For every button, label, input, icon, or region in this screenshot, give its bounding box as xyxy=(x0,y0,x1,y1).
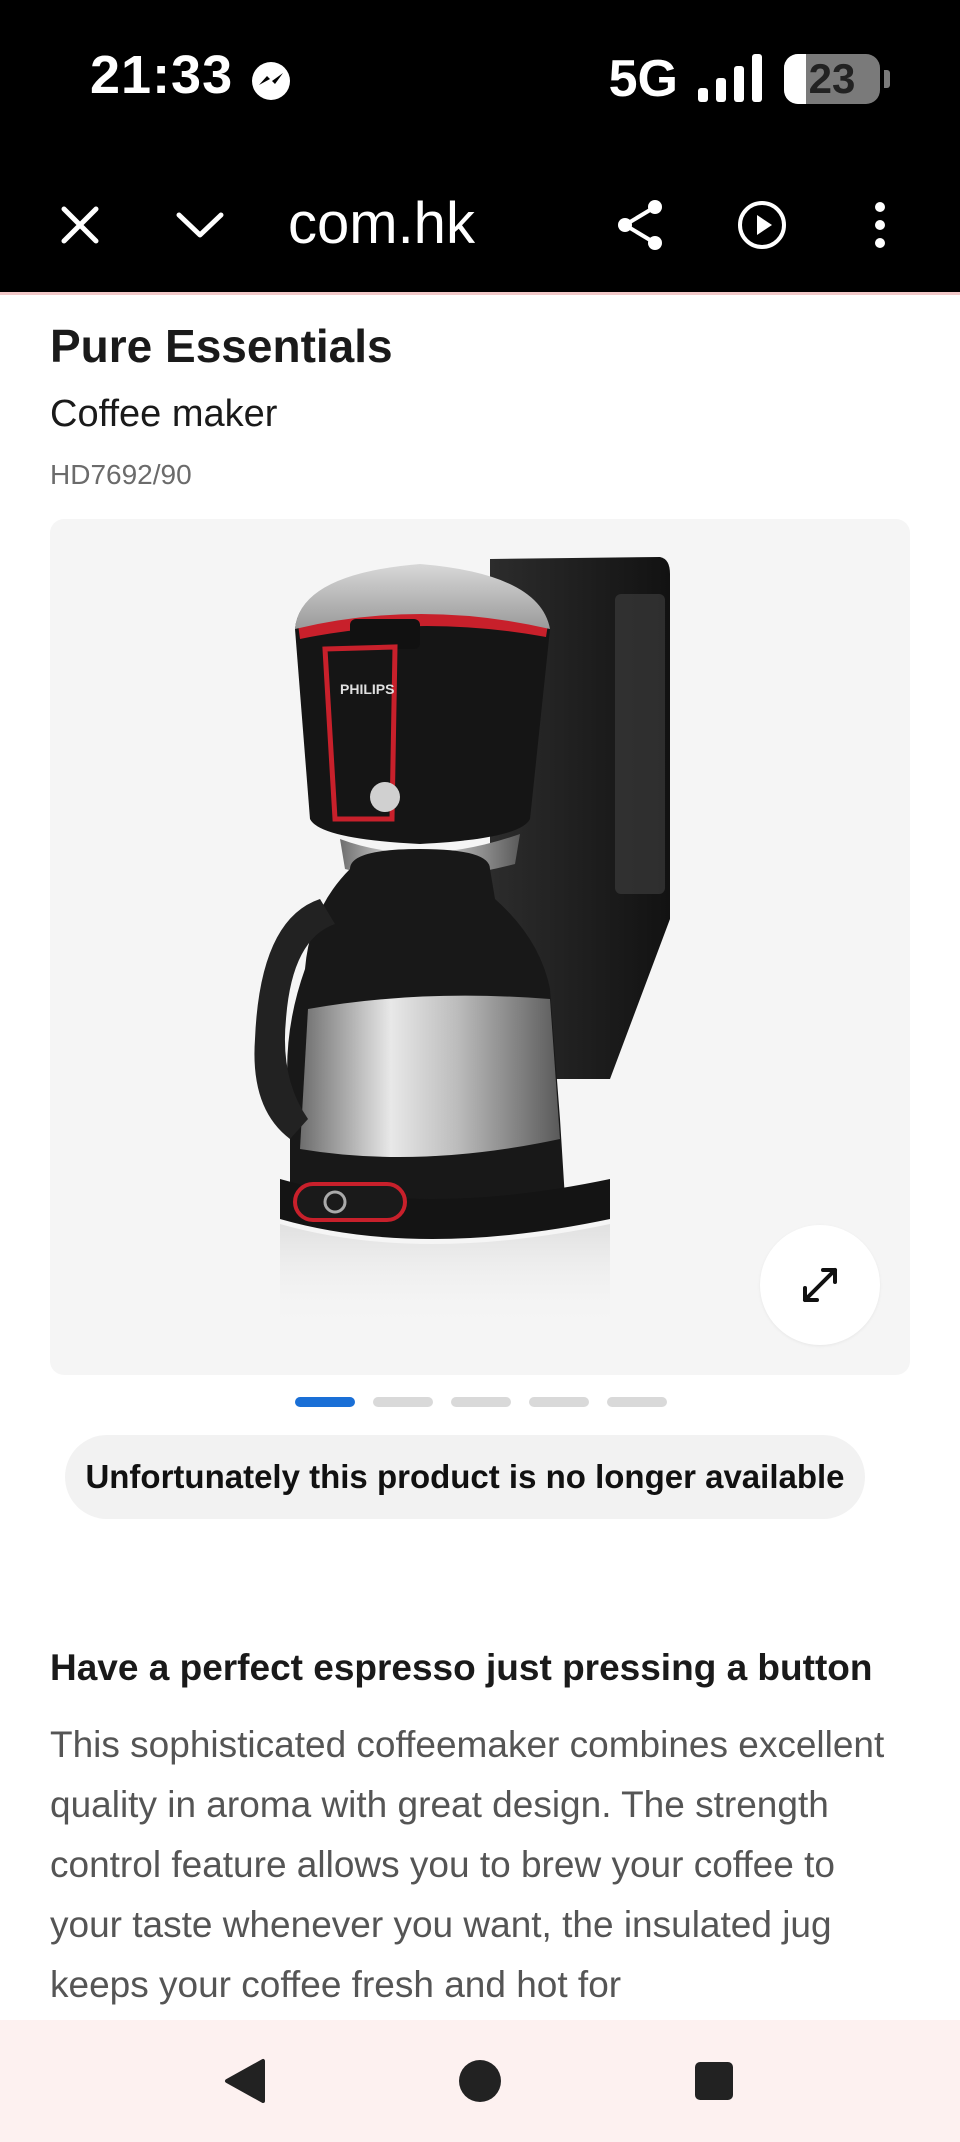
pager-dot[interactable] xyxy=(607,1397,667,1407)
gallery-pager xyxy=(295,1397,667,1407)
battery-level: 23 xyxy=(808,55,856,102)
system-nav-bar xyxy=(0,2020,960,2142)
signal-icon xyxy=(698,54,762,102)
messenger-icon xyxy=(252,62,290,100)
play-icon[interactable] xyxy=(727,190,797,260)
pager-dot[interactable] xyxy=(295,1397,355,1407)
expand-button[interactable] xyxy=(760,1225,880,1345)
home-icon[interactable] xyxy=(447,2048,513,2114)
pager-dot[interactable] xyxy=(451,1397,511,1407)
status-time: 21:33 xyxy=(90,45,234,105)
product-title: Pure Essentials xyxy=(50,320,393,372)
network-label: 5G xyxy=(608,50,678,108)
product-subtitle: Coffee maker xyxy=(50,393,278,435)
brand-label: PHILIPS xyxy=(340,681,394,697)
pager-dot[interactable] xyxy=(529,1397,589,1407)
page-content: Pure Essentials Coffee maker HD7692/90 P… xyxy=(0,295,960,2020)
status-right: 5G 23 xyxy=(608,44,890,114)
availability-notice: Unfortunately this product is no longer … xyxy=(65,1435,865,1519)
browser-toolbar: com.hk xyxy=(0,160,960,295)
battery-icon: 23 xyxy=(784,54,890,104)
share-icon[interactable] xyxy=(605,190,675,260)
pager-dot[interactable] xyxy=(373,1397,433,1407)
product-sku: HD7692/90 xyxy=(50,459,192,490)
recents-icon[interactable] xyxy=(681,2048,747,2114)
more-vertical-icon[interactable] xyxy=(845,190,915,260)
product-gallery[interactable]: PHILIPS xyxy=(50,519,910,1375)
feature-heading: Have a perfect espresso just pressing a … xyxy=(50,1647,873,1688)
close-icon[interactable] xyxy=(45,190,115,260)
back-icon[interactable] xyxy=(212,2048,278,2114)
url-text[interactable]: com.hk xyxy=(288,190,475,257)
chevron-down-icon[interactable] xyxy=(165,190,235,260)
status-bar: 21:33 5G 23 xyxy=(0,0,960,160)
feature-description: This sophisticated coffeemaker combines … xyxy=(50,1724,885,2005)
expand-icon xyxy=(803,1268,837,1302)
